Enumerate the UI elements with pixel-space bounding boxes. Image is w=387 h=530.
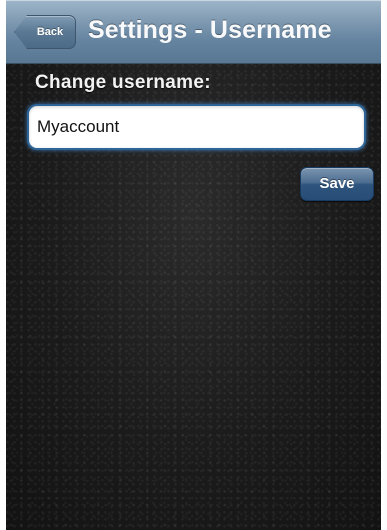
settings-screen: Back Settings - Username Change username…: [6, 0, 381, 530]
change-username-label: Change username:: [35, 72, 211, 93]
save-button[interactable]: Save: [300, 167, 374, 201]
back-button-label: Back: [36, 26, 64, 38]
page-title: Settings - Username: [88, 16, 332, 44]
username-input[interactable]: [27, 104, 366, 150]
back-button[interactable]: Back: [14, 15, 76, 49]
navigation-bar: Back Settings - Username: [6, 0, 381, 64]
